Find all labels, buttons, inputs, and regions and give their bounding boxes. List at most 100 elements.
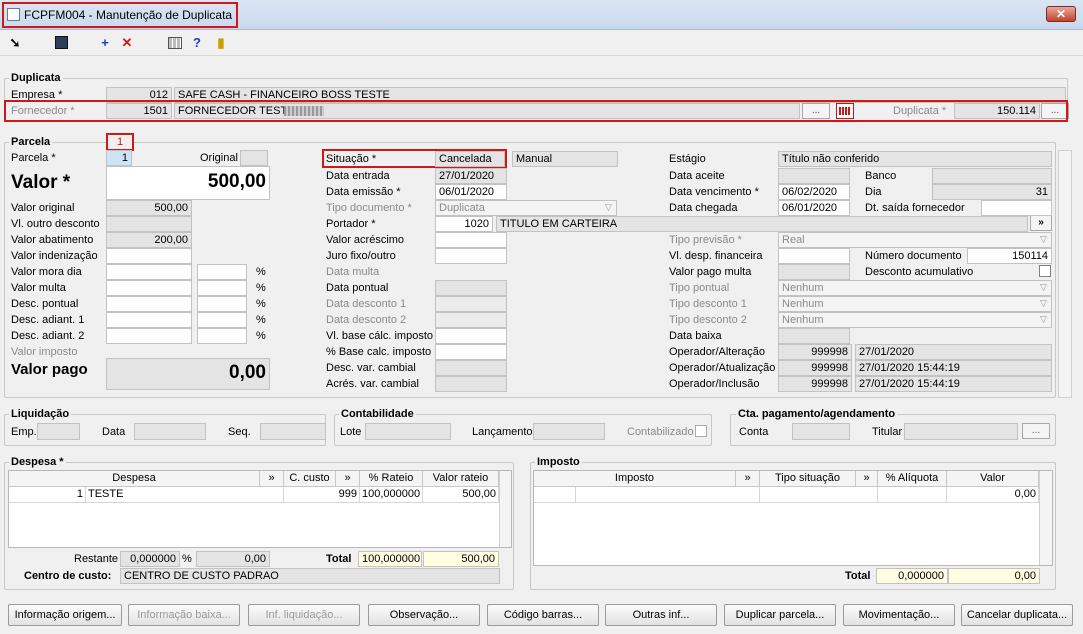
op-inc-date[interactable]: 27/01/2020 15:44:19 [855, 376, 1052, 392]
door-icon[interactable]: ▮ [212, 34, 230, 52]
despesa-header-despesa[interactable]: Despesa [9, 471, 260, 487]
titular-field[interactable] [904, 423, 1018, 440]
op-atu-code[interactable]: 999998 [778, 360, 852, 376]
exit-icon[interactable]: ➘ [6, 34, 24, 52]
op-atu-date[interactable]: 27/01/2020 15:44:19 [855, 360, 1052, 376]
titular-search-button[interactable]: ... [1022, 423, 1050, 439]
observacao-button[interactable]: Observação... [368, 604, 480, 626]
valor-original-field[interactable]: 500,00 [106, 200, 192, 216]
parcela-input[interactable]: 1 [106, 150, 132, 166]
imposto-row-cell[interactable] [878, 487, 947, 503]
desc-adiant2-input[interactable] [106, 328, 192, 344]
imposto-scrollbar[interactable] [1039, 471, 1052, 565]
data-venc-input[interactable]: 06/02/2020 [778, 184, 850, 200]
help-icon[interactable]: ? [188, 34, 206, 52]
dt-saida-input[interactable] [981, 200, 1052, 216]
close-button[interactable]: ✕ [1046, 6, 1076, 22]
valor-acrescimo-input[interactable] [435, 232, 507, 248]
op-inc-code[interactable]: 999998 [778, 376, 852, 392]
valor-multa-pct[interactable] [197, 280, 247, 296]
banco-field[interactable] [932, 168, 1052, 184]
save-icon[interactable] [52, 34, 70, 52]
portador-code[interactable]: 1020 [435, 216, 493, 232]
tipo-doc-select[interactable]: Duplicata [435, 200, 617, 216]
info-baixa-button[interactable]: Informação baixa... [128, 604, 240, 626]
liq-emp-field[interactable] [37, 423, 80, 440]
pct-base-input[interactable] [435, 344, 507, 360]
vl-outro-desc-field[interactable] [106, 216, 192, 232]
data-chegada-input[interactable]: 06/01/2020 [778, 200, 850, 216]
tipo-pontual-select[interactable]: Nenhum [778, 280, 1052, 296]
desc-adiant2-pct[interactable] [197, 328, 247, 344]
conta-field[interactable] [792, 423, 850, 440]
imposto-total-pct[interactable]: 0,000000 [876, 568, 948, 584]
vl-desp-fin-input[interactable] [778, 248, 850, 264]
imposto-row-cell[interactable] [534, 487, 576, 503]
desc-pontual-input[interactable] [106, 296, 192, 312]
data-pontual-field[interactable] [435, 280, 507, 296]
acres-cambial-field[interactable] [435, 376, 507, 392]
situacao-mode-field[interactable]: Manual [512, 151, 618, 167]
data-aceite-field[interactable] [778, 168, 850, 184]
despesa-total-pct[interactable]: 100,000000 [358, 551, 422, 567]
juro-input[interactable] [435, 248, 507, 264]
despesa-header-rateio[interactable]: % Rateio [360, 471, 423, 487]
centro-custo-field[interactable]: CENTRO DE CUSTO PADRAO [120, 568, 500, 584]
valor-mora-input[interactable] [106, 264, 192, 280]
imposto-row-valor[interactable]: 0,00 [947, 487, 1039, 503]
desc-acum-checkbox[interactable] [1039, 265, 1051, 277]
parcela-tab[interactable]: 1 [106, 133, 134, 151]
valor-input[interactable]: 500,00 [106, 166, 270, 200]
lancamento-field[interactable] [533, 423, 605, 440]
inf-liquidacao-button[interactable]: Inf. liquidação... [248, 604, 360, 626]
situacao-field[interactable]: Cancelada [435, 151, 505, 167]
calculator-icon[interactable] [166, 34, 184, 52]
cancelar-duplicata-button[interactable]: Cancelar duplicata... [961, 604, 1073, 626]
valor-pago-multa-field[interactable] [778, 264, 850, 280]
desc-adiant1-pct[interactable] [197, 312, 247, 328]
tipo-desc1-select[interactable]: Nenhum [778, 296, 1052, 312]
dia-field[interactable]: 31 [932, 184, 1052, 200]
data-desc2-field[interactable] [435, 312, 507, 328]
despesa-row-rateio[interactable]: 100,000000 [360, 487, 423, 503]
despesa-row-code[interactable]: 1 [9, 487, 86, 503]
despesa-row-ccusto[interactable]: 999 [284, 487, 360, 503]
portador-go-button[interactable]: » [1030, 215, 1052, 231]
parcela-scrollbar[interactable] [1058, 150, 1072, 398]
liq-seq-field[interactable] [260, 423, 326, 440]
imposto-header-tipo[interactable]: Tipo situação [760, 471, 856, 487]
despesa-header-go[interactable]: » [260, 471, 284, 487]
tipo-previsao-select[interactable]: Real [778, 232, 1052, 248]
restante-val-field[interactable]: 0,00 [196, 551, 270, 567]
despesa-row-valor[interactable]: 500,00 [423, 487, 499, 503]
lote-field[interactable] [365, 423, 451, 440]
add-icon[interactable]: + [96, 34, 114, 52]
valor-multa-input[interactable] [106, 280, 192, 296]
despesa-header-ccusto[interactable]: C. custo [284, 471, 336, 487]
valor-indenizacao-input[interactable] [106, 248, 192, 264]
despesa-scrollbar[interactable] [499, 471, 511, 547]
contabilizado-checkbox[interactable] [695, 425, 707, 437]
valor-abatimento-field[interactable]: 200,00 [106, 232, 192, 248]
despesa-header-go2[interactable]: » [336, 471, 360, 487]
delete-icon[interactable]: ✕ [118, 34, 136, 52]
restante-pct-field[interactable]: 0,000000 [120, 551, 180, 567]
desc-cambial-field[interactable] [435, 360, 507, 376]
imposto-header-imposto[interactable]: Imposto [534, 471, 736, 487]
op-alt-date[interactable]: 27/01/2020 [855, 344, 1052, 360]
movimentacao-button[interactable]: Movimentação... [843, 604, 955, 626]
data-emissao-input[interactable]: 06/01/2020 [435, 184, 507, 200]
codigo-barras-button[interactable]: Código barras... [487, 604, 599, 626]
liq-data-field[interactable] [134, 423, 206, 440]
despesa-total-val[interactable]: 500,00 [423, 551, 499, 567]
outras-inf-button[interactable]: Outras inf... [605, 604, 717, 626]
imposto-header-valor[interactable]: Valor [947, 471, 1039, 487]
desc-adiant1-input[interactable] [106, 312, 192, 328]
valor-pago-field[interactable]: 0,00 [106, 358, 270, 390]
despesa-row-name[interactable]: TESTE [86, 487, 284, 503]
imposto-total-val[interactable]: 0,00 [948, 568, 1040, 584]
data-baixa-field[interactable] [778, 328, 850, 344]
vl-base-input[interactable] [435, 328, 507, 344]
imposto-row-cell[interactable] [576, 487, 760, 503]
imposto-header-go[interactable]: » [736, 471, 760, 487]
